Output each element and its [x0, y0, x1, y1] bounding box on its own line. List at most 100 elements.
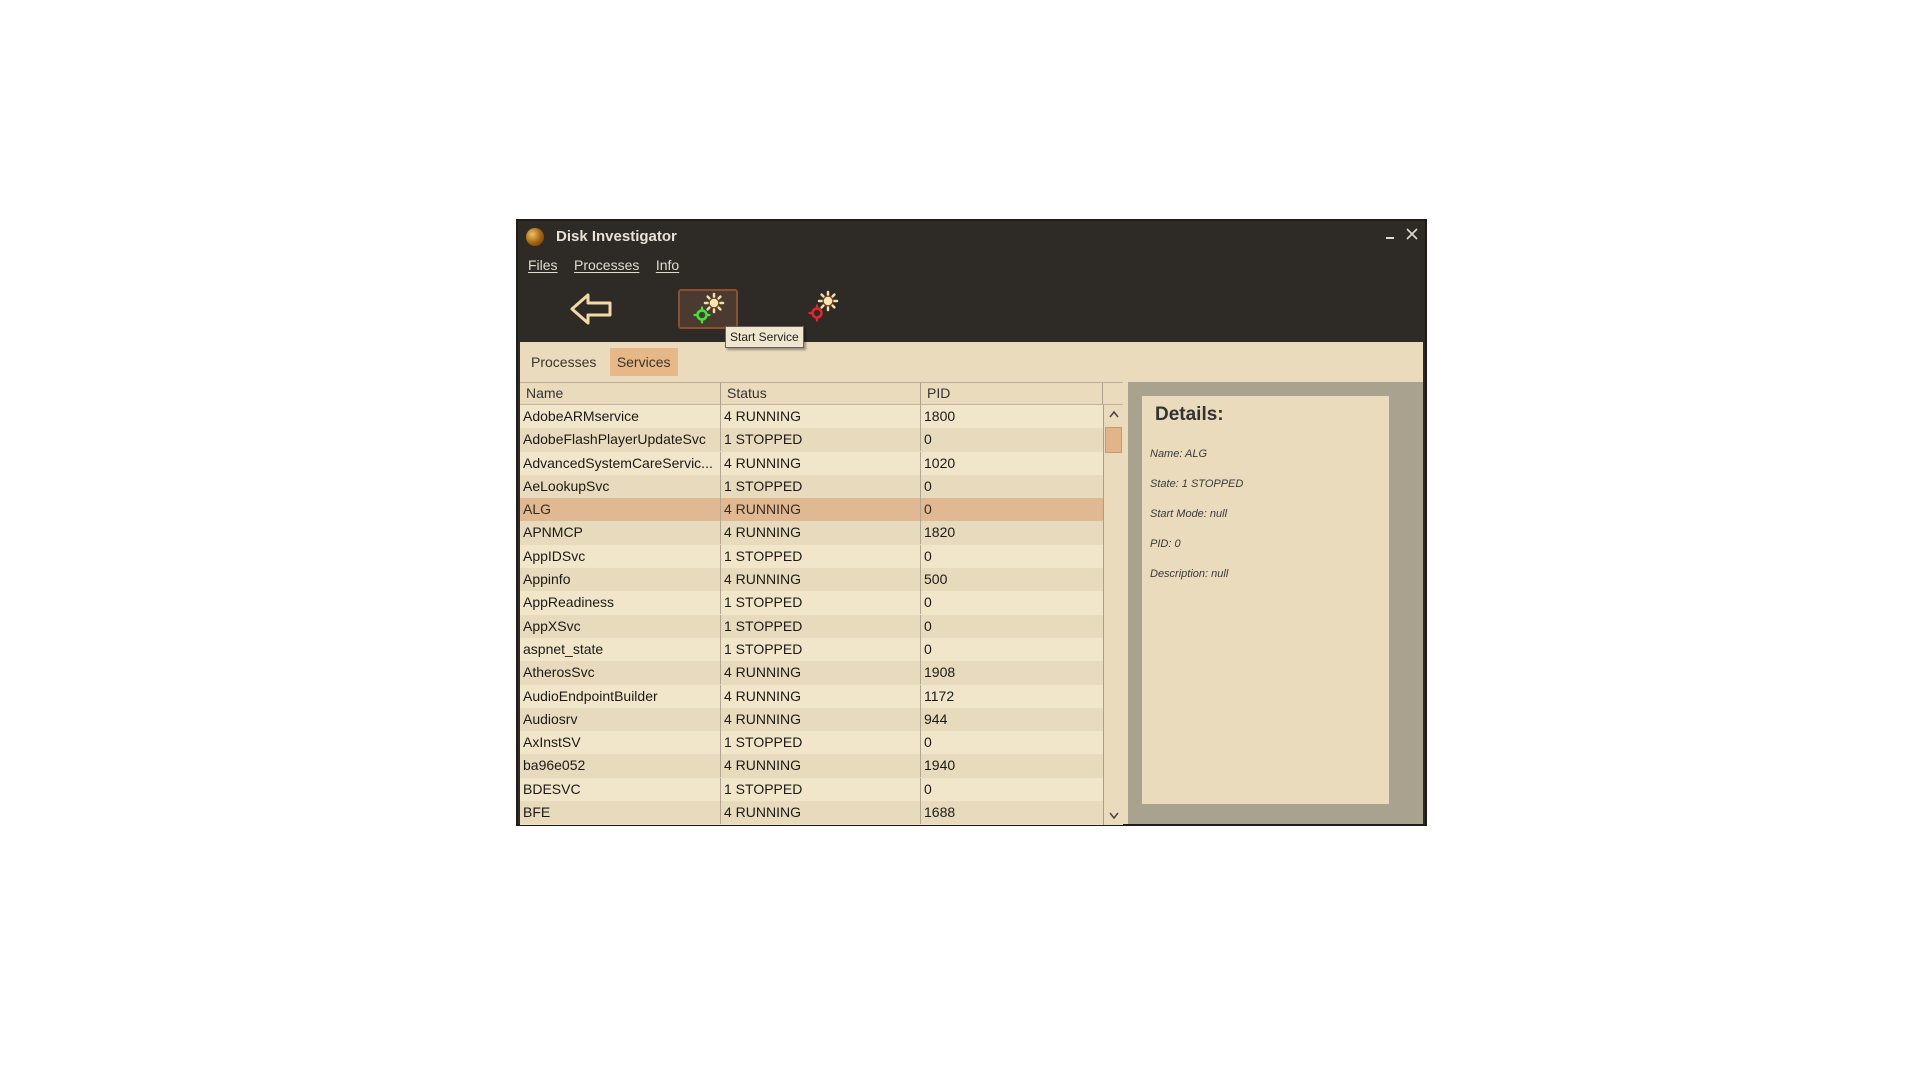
cell-name: AudioEndpointBuilder — [520, 684, 721, 708]
detail-start-mode: Start Mode: null — [1150, 508, 1228, 520]
chevron-down-icon — [1108, 812, 1119, 820]
app-window: Disk Investigator Files Processes Info S… — [516, 219, 1427, 826]
cell-status: 1 STOPPED — [721, 731, 921, 755]
cell-name: aspnet_state — [520, 637, 721, 661]
table-row[interactable]: BFE 4 RUNNING 1688 — [520, 801, 1123, 825]
title-bar[interactable]: Disk Investigator — [518, 221, 1425, 253]
table-row[interactable]: Appinfo 4 RUNNING 500 — [520, 568, 1123, 592]
services-table: Name Status PID AdobeARMservice 4 RUNNING… — [520, 382, 1123, 825]
table-row[interactable]: aspnet_state 1 STOPPED 0 — [520, 637, 1123, 662]
column-header-status[interactable]: Status — [721, 383, 921, 404]
cell-status: 1 STOPPED — [721, 777, 921, 801]
table-row[interactable]: AxInstSV 1 STOPPED 0 — [520, 731, 1123, 755]
vertical-scrollbar[interactable] — [1103, 405, 1123, 825]
tab-processes[interactable]: Processes — [524, 348, 603, 376]
cell-name: BFE — [520, 801, 721, 825]
cell-pid: 1908 — [921, 661, 1123, 685]
menu-processes[interactable]: Processes — [574, 257, 639, 273]
close-button[interactable] — [1402, 225, 1422, 247]
scroll-down-button[interactable] — [1104, 807, 1123, 825]
cell-pid: 0 — [921, 474, 1123, 498]
tab-strip: Processes Services — [524, 348, 680, 376]
cell-pid: 1940 — [921, 754, 1123, 778]
cell-pid: 1688 — [921, 801, 1123, 825]
cell-name: ALG — [520, 498, 721, 522]
cell-pid: 1172 — [921, 684, 1123, 708]
app-logo-icon — [526, 228, 544, 246]
cell-pid: 0 — [921, 591, 1123, 615]
table-row[interactable]: BDESVC 1 STOPPED 0 — [520, 777, 1123, 802]
table-row[interactable]: AppReadiness 1 STOPPED 0 — [520, 591, 1123, 615]
back-button[interactable] — [566, 289, 626, 329]
cell-name: AdobeFlashPlayerUpdateSvc — [520, 428, 721, 452]
menu-files[interactable]: Files — [528, 257, 558, 273]
cell-status: 4 RUNNING — [721, 684, 921, 708]
table-header: Name Status PID — [520, 383, 1123, 405]
cell-name: ba96e052 — [520, 754, 721, 778]
detail-pid: PID: 0 — [1150, 538, 1181, 550]
cell-status: 4 RUNNING — [721, 568, 921, 592]
cell-name: AdvancedSystemCareServic... — [520, 451, 721, 475]
cell-status: 4 RUNNING — [721, 451, 921, 475]
table-row[interactable]: AdvancedSystemCareServic... 4 RUNNING 1020 — [520, 451, 1123, 475]
table-row[interactable]: AppIDSvc 1 STOPPED 0 — [520, 544, 1123, 569]
cell-status: 4 RUNNING — [721, 801, 921, 825]
cell-name: AxInstSV — [520, 731, 721, 755]
detail-state: State: 1 STOPPED — [1150, 478, 1244, 490]
cell-name: AppIDSvc — [520, 544, 721, 568]
toolbar — [518, 281, 1425, 341]
close-icon — [1406, 228, 1418, 240]
start-service-button[interactable] — [678, 289, 738, 329]
cell-name: AeLookupSvc — [520, 474, 721, 498]
details-heading: Details: — [1155, 404, 1224, 425]
cell-pid: 1820 — [921, 521, 1123, 545]
table-row[interactable]: ALG 4 RUNNING 0 — [520, 498, 1123, 522]
cell-status: 1 STOPPED — [721, 474, 921, 498]
cell-name: AtherosSvc — [520, 661, 721, 685]
cell-status: 1 STOPPED — [721, 637, 921, 661]
scroll-thumb[interactable] — [1105, 427, 1122, 453]
table-row[interactable]: AdobeFlashPlayerUpdateSvc 1 STOPPED 0 — [520, 428, 1123, 452]
stop-service-gear-icon — [808, 290, 839, 322]
start-service-tooltip: Start Service — [725, 326, 804, 348]
scroll-up-button[interactable] — [1104, 405, 1123, 423]
minimize-button[interactable] — [1380, 225, 1400, 247]
column-header-pid[interactable]: PID — [921, 383, 1103, 404]
table-row[interactable]: AudioEndpointBuilder 4 RUNNING 1172 — [520, 684, 1123, 708]
cell-name: Appinfo — [520, 568, 721, 592]
cell-status: 4 RUNNING — [721, 498, 921, 522]
stop-service-button[interactable] — [794, 289, 854, 329]
cell-pid: 944 — [921, 707, 1123, 731]
cell-status: 4 RUNNING — [721, 707, 921, 731]
details-panel: Details: Name: ALG State: 1 STOPPED Star… — [1128, 382, 1423, 824]
table-body: AdobeARMservice 4 RUNNING 1800 AdobeFlashPl… — [520, 405, 1123, 825]
cell-pid: 500 — [921, 568, 1123, 592]
table-row[interactable]: AeLookupSvc 1 STOPPED 0 — [520, 474, 1123, 499]
cell-pid: 0 — [921, 637, 1123, 661]
cell-pid: 1800 — [921, 405, 1123, 428]
tab-services[interactable]: Services — [609, 348, 678, 376]
detail-description: Description: null — [1150, 568, 1229, 580]
cell-name: Audiosrv — [520, 707, 721, 731]
minimize-icon — [1386, 237, 1394, 239]
table-row[interactable]: Audiosrv 4 RUNNING 944 — [520, 707, 1123, 732]
cell-status: 1 STOPPED — [721, 544, 921, 568]
cell-pid: 0 — [921, 731, 1123, 755]
cell-pid: 0 — [921, 777, 1123, 801]
cell-status: 4 RUNNING — [721, 754, 921, 778]
cell-name: BDESVC — [520, 777, 721, 801]
cell-pid: 1020 — [921, 451, 1123, 475]
cell-pid: 0 — [921, 544, 1123, 568]
menu-info[interactable]: Info — [656, 257, 679, 273]
column-header-name[interactable]: Name — [520, 383, 721, 404]
window-title: Disk Investigator — [556, 228, 677, 245]
table-row[interactable]: AtherosSvc 4 RUNNING 1908 — [520, 661, 1123, 685]
table-row[interactable]: APNMCP 4 RUNNING 1820 — [520, 521, 1123, 545]
table-row[interactable]: ba96e052 4 RUNNING 1940 — [520, 754, 1123, 778]
cell-name: AppReadiness — [520, 591, 721, 615]
table-row[interactable]: AdobeARMservice 4 RUNNING 1800 — [520, 405, 1123, 429]
cell-status: 1 STOPPED — [721, 428, 921, 452]
table-row[interactable]: AppXSvc 1 STOPPED 0 — [520, 614, 1123, 638]
cell-pid: 0 — [921, 498, 1123, 522]
main-content: Processes Services Name Status PID Adobe… — [520, 342, 1423, 825]
